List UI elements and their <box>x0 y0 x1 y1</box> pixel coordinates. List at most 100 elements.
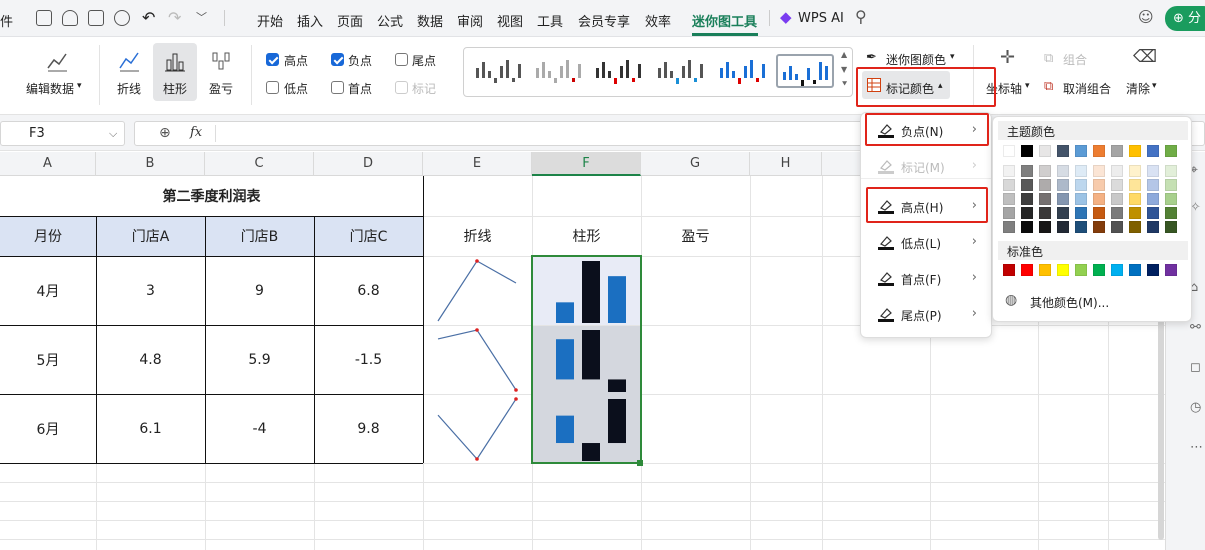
cell-d3[interactable]: 6.8 <box>314 256 423 325</box>
theme-color-swatch[interactable] <box>1021 145 1033 157</box>
theme-shade-swatch[interactable] <box>1129 179 1141 191</box>
column-header-g[interactable]: G <box>641 152 750 176</box>
theme-color-swatch[interactable] <box>1057 145 1069 157</box>
header-cell-store-a[interactable]: 门店A <box>96 216 205 256</box>
wps-ai-button[interactable]: WPS AI <box>798 11 844 26</box>
side-more-icon[interactable]: ⋯ <box>1190 440 1203 455</box>
home-icon[interactable] <box>36 10 52 26</box>
theme-shade-swatch[interactable] <box>1039 165 1051 177</box>
wps-ai-icon[interactable]: ◆ <box>780 8 792 26</box>
theme-shade-swatch[interactable] <box>1039 179 1051 191</box>
style-swatch-4[interactable] <box>652 54 710 88</box>
theme-shade-swatch[interactable] <box>1165 221 1177 233</box>
edit-data-button[interactable]: 编辑数据 <box>26 80 74 97</box>
menu-tab-10[interactable]: 迷你图工具 <box>692 11 757 30</box>
axis-icon[interactable]: ✛ <box>1000 47 1015 68</box>
theme-shade-swatch[interactable] <box>1075 207 1087 219</box>
side-link-icon[interactable]: ⚯ <box>1190 320 1201 335</box>
theme-shade-swatch[interactable] <box>1147 193 1159 205</box>
axis-dropdown-icon[interactable]: ▾ <box>1025 81 1030 91</box>
standard-color-swatch[interactable] <box>1057 264 1069 276</box>
standard-color-swatch[interactable] <box>1129 264 1141 276</box>
undo-icon[interactable]: ↶ <box>142 8 155 27</box>
fill-handle[interactable] <box>637 460 643 466</box>
theme-shade-swatch[interactable] <box>1147 179 1159 191</box>
theme-shade-swatch[interactable] <box>1003 179 1015 191</box>
style-swatch-2[interactable] <box>530 54 588 88</box>
theme-shade-swatch[interactable] <box>1021 165 1033 177</box>
theme-shade-swatch[interactable] <box>1003 193 1015 205</box>
theme-shade-swatch[interactable] <box>1021 221 1033 233</box>
standard-color-swatch[interactable] <box>1111 264 1123 276</box>
standard-color-swatch[interactable] <box>1021 264 1033 276</box>
winloss-type-button[interactable]: 盈亏 <box>209 80 233 97</box>
edit-data-icon[interactable] <box>46 50 68 72</box>
menu-tab-4[interactable]: 数据 <box>417 11 443 30</box>
theme-shade-swatch[interactable] <box>1165 207 1177 219</box>
sparkline-color-button[interactable]: 迷你图颜色 <box>886 51 946 68</box>
clear-button[interactable]: 清除 <box>1126 80 1150 97</box>
theme-color-swatch[interactable] <box>1039 145 1051 157</box>
line-sparklines[interactable] <box>424 257 532 463</box>
theme-shade-swatch[interactable] <box>1165 165 1177 177</box>
column-header-f[interactable]: F <box>532 152 641 176</box>
menu-tab-7[interactable]: 工具 <box>537 11 563 30</box>
last-point-checkbox[interactable] <box>395 53 408 66</box>
theme-color-swatch[interactable] <box>1111 145 1123 157</box>
column-header-b[interactable]: B <box>96 152 205 176</box>
theme-shade-swatch[interactable] <box>1093 207 1105 219</box>
theme-color-swatch[interactable] <box>1165 145 1177 157</box>
high-point-checkbox[interactable] <box>266 53 279 66</box>
column-header-d[interactable]: D <box>314 152 423 176</box>
header-cell-store-b[interactable]: 门店B <box>205 216 314 256</box>
line-type-button[interactable]: 折线 <box>117 80 141 97</box>
column-type-button[interactable]: 柱形 <box>163 80 187 97</box>
theme-shade-swatch[interactable] <box>1165 193 1177 205</box>
style-swatch-6-selected[interactable] <box>776 54 834 88</box>
menu-tab-1[interactable]: 插入 <box>297 11 323 30</box>
standard-color-swatch[interactable] <box>1039 264 1051 276</box>
label-cell-line[interactable]: 折线 <box>423 216 532 256</box>
theme-shade-swatch[interactable] <box>1057 193 1069 205</box>
chat-icon[interactable]: ☺ <box>1138 8 1154 26</box>
theme-shade-swatch[interactable] <box>1075 221 1087 233</box>
cell-b4[interactable]: 4.8 <box>96 325 205 394</box>
header-cell-store-c[interactable]: 门店C <box>314 216 423 256</box>
theme-shade-swatch[interactable] <box>1039 207 1051 219</box>
cell-a5[interactable]: 6月 <box>0 394 96 463</box>
label-cell-winloss[interactable]: 盈亏 <box>641 216 750 256</box>
theme-shade-swatch[interactable] <box>1057 207 1069 219</box>
theme-shade-swatch[interactable] <box>1093 165 1105 177</box>
column-header-a[interactable]: A <box>0 152 96 176</box>
standard-color-swatch[interactable] <box>1147 264 1159 276</box>
menu-tab-3[interactable]: 公式 <box>377 11 403 30</box>
name-box[interactable]: F3 ⌵ <box>0 121 125 146</box>
standard-color-swatch[interactable] <box>1165 264 1177 276</box>
cell-d5[interactable]: 9.8 <box>314 394 423 463</box>
theme-color-swatch[interactable] <box>1129 145 1141 157</box>
edit-data-dropdown-icon[interactable]: ▾ <box>77 81 82 91</box>
sparkline-color-icon[interactable]: ✒ <box>866 50 877 65</box>
cell-b3[interactable]: 3 <box>96 256 205 325</box>
sparkline-color-dropdown-icon[interactable]: ▾ <box>950 52 955 62</box>
theme-shade-swatch[interactable] <box>1111 165 1123 177</box>
label-cell-column[interactable]: 柱形 <box>532 216 641 256</box>
cell-c3[interactable]: 9 <box>205 256 314 325</box>
negative-point-checkbox[interactable] <box>331 53 344 66</box>
theme-shade-swatch[interactable] <box>1021 179 1033 191</box>
marker-menu-item-5[interactable]: 尾点(P) › <box>861 300 991 328</box>
print-preview-icon[interactable] <box>114 10 130 26</box>
sparkline-style-gallery[interactable]: ▲ ▼ ⯆ <box>463 47 853 97</box>
fx-icon[interactable]: fx <box>190 125 202 140</box>
ungroup-icon[interactable]: ⧉ <box>1044 79 1053 94</box>
print-icon[interactable] <box>88 10 104 26</box>
first-point-checkbox[interactable] <box>331 81 344 94</box>
menu-tab-9[interactable]: 效率 <box>645 11 671 30</box>
theme-shade-swatch[interactable] <box>1057 179 1069 191</box>
menu-tab-6[interactable]: 视图 <box>497 11 523 30</box>
eraser-icon[interactable]: ⌫ <box>1133 47 1157 67</box>
theme-shade-swatch[interactable] <box>1111 207 1123 219</box>
menu-tab-2[interactable]: 页面 <box>337 11 363 30</box>
style-swatch-3[interactable] <box>590 54 648 88</box>
theme-shade-swatch[interactable] <box>1111 179 1123 191</box>
